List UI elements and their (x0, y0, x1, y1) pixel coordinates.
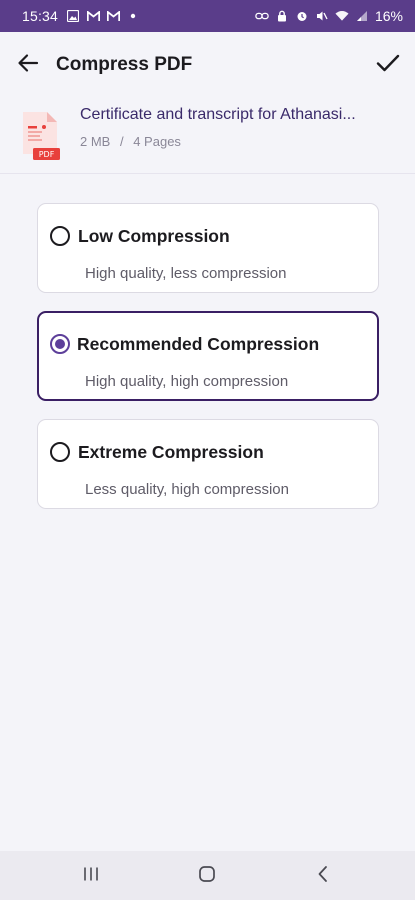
file-info: Certificate and transcript for Athanasi.… (80, 104, 392, 149)
option-low-compression[interactable]: Low Compression High quality, less compr… (37, 203, 379, 293)
system-nav-bar (0, 851, 415, 900)
nav-back-button[interactable] (311, 865, 335, 887)
meta-separator: / (119, 134, 124, 149)
radio-recommended-compression[interactable] (50, 334, 70, 354)
option-title: Low Compression (78, 226, 230, 246)
radio-extreme-compression[interactable] (50, 442, 70, 462)
pdf-badge-label: PDF (38, 149, 55, 159)
back-icon (316, 865, 330, 888)
home-button[interactable] (195, 865, 219, 887)
arrow-left-icon (17, 53, 39, 78)
alarm-icon (295, 10, 309, 22)
file-pages: 4 Pages (133, 134, 181, 149)
file-size: 2 MB (80, 134, 111, 149)
lock-icon (275, 10, 289, 22)
radio-low-compression[interactable] (50, 226, 70, 246)
gallery-icon (66, 10, 80, 22)
status-right: 16% (255, 8, 403, 24)
gmail-icon (86, 10, 100, 22)
option-title: Recommended Compression (77, 334, 320, 354)
page-title: Compress PDF (56, 54, 193, 75)
status-time: 15:34 (22, 8, 59, 24)
check-icon (376, 53, 400, 78)
option-recommended-compression[interactable]: Recommended Compression High quality, hi… (37, 311, 379, 401)
link-icon (255, 10, 269, 22)
mute-icon (315, 10, 329, 22)
confirm-button[interactable] (373, 50, 403, 80)
option-description: High quality, less compression (85, 265, 287, 282)
gmail-icon (106, 10, 120, 22)
back-button[interactable] (14, 51, 42, 79)
recents-button[interactable] (79, 865, 103, 887)
file-meta: 2 MB / 4 Pages (80, 134, 392, 149)
recents-icon (82, 866, 100, 887)
dot-icon (126, 10, 140, 22)
wifi-icon (335, 10, 349, 22)
option-description: High quality, high compression (85, 373, 289, 390)
option-title: Extreme Compression (78, 442, 264, 462)
battery-level: 16% (374, 8, 403, 24)
home-icon (198, 865, 216, 888)
file-name: Certificate and transcript for Athanasi.… (80, 106, 356, 123)
status-bar: 15:34 16% (0, 0, 415, 32)
option-extreme-compression[interactable]: Extreme Compression Less quality, high c… (37, 419, 379, 509)
status-left: 15:34 (22, 8, 140, 24)
app-bar: Compress PDF (0, 32, 415, 98)
file-card: PDF Certificate and transcript for Athan… (0, 98, 415, 174)
signal-icon (355, 10, 369, 22)
pdf-file-icon: PDF (20, 110, 62, 162)
option-description: Less quality, high compression (85, 481, 289, 498)
